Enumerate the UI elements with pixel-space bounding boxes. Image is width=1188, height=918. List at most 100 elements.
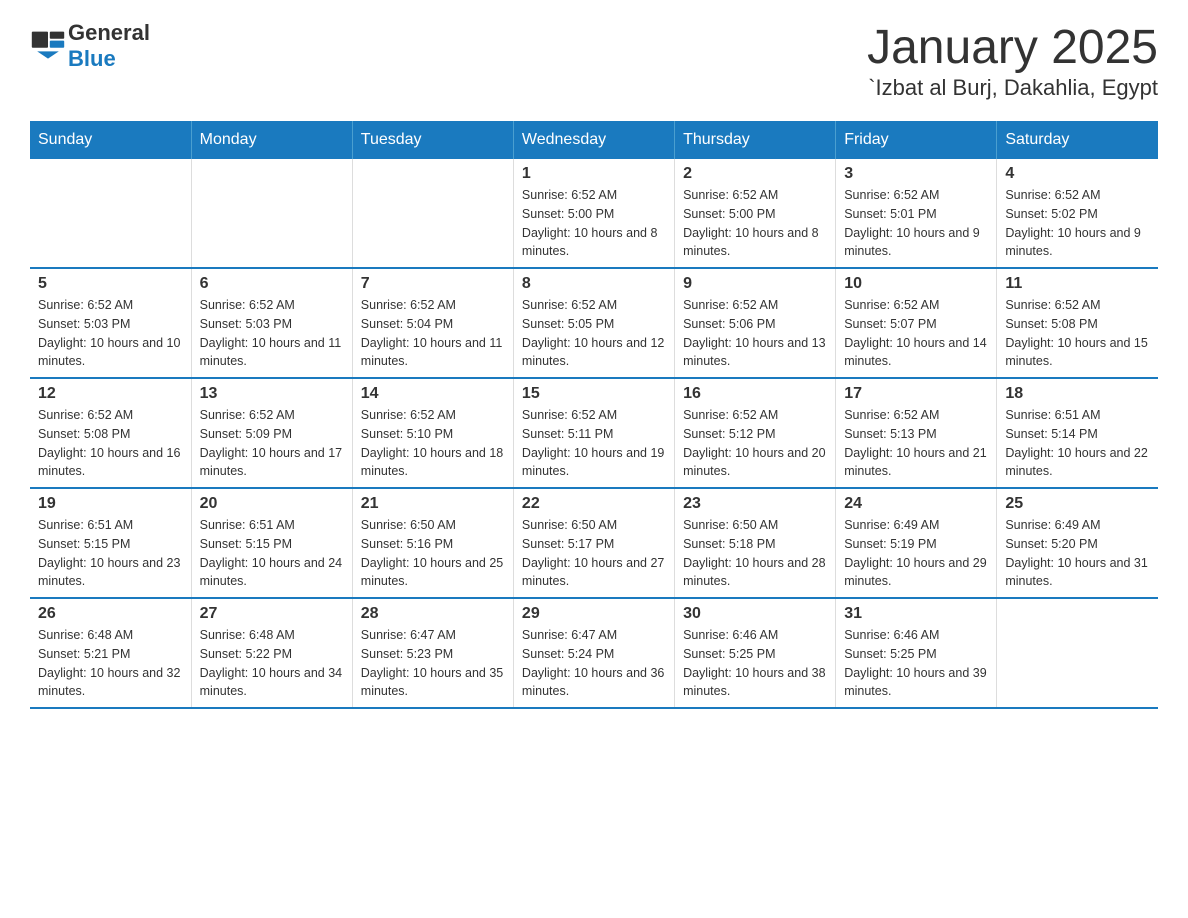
day-cell: 30 Sunrise: 6:46 AM Sunset: 5:25 PM Dayli… <box>675 598 836 708</box>
day-cell: 11 Sunrise: 6:52 AM Sunset: 5:08 PM Dayli… <box>997 268 1158 378</box>
day-info: Sunrise: 6:52 AM Sunset: 5:05 PM Dayligh… <box>522 296 666 371</box>
logo-icon <box>30 28 66 64</box>
day-number: 25 <box>1005 495 1150 513</box>
day-info: Sunrise: 6:52 AM Sunset: 5:12 PM Dayligh… <box>683 406 827 481</box>
day-info: Sunrise: 6:52 AM Sunset: 5:04 PM Dayligh… <box>361 296 505 371</box>
day-number: 6 <box>200 275 344 293</box>
day-cell: 15Sunrise: 6:52 AM Sunset: 5:11 PM Dayli… <box>513 378 674 488</box>
day-cell: 17 Sunrise: 6:52 AM Sunset: 5:13 PM Dayli… <box>836 378 997 488</box>
week-row-2: 5 Sunrise: 6:52 AM Sunset: 5:03 PM Daylig… <box>30 268 1158 378</box>
day-cell: 28 Sunrise: 6:47 AM Sunset: 5:23 PM Dayli… <box>352 598 513 708</box>
day-cell: 16 Sunrise: 6:52 AM Sunset: 5:12 PM Dayli… <box>675 378 836 488</box>
day-cell: 20Sunrise: 6:51 AM Sunset: 5:15 PM Dayli… <box>191 488 352 598</box>
page-header: General Blue January 2025 `Izbat al Burj… <box>30 20 1158 101</box>
day-cell: 25 Sunrise: 6:49 AM Sunset: 5:20 PM Dayli… <box>997 488 1158 598</box>
day-cell: 31Sunrise: 6:46 AM Sunset: 5:25 PM Dayli… <box>836 598 997 708</box>
day-cell: 22 Sunrise: 6:50 AM Sunset: 5:17 PM Dayli… <box>513 488 674 598</box>
calendar-table: SundayMondayTuesdayWednesdayThursdayFrid… <box>30 121 1158 709</box>
day-number: 27 <box>200 605 344 623</box>
day-info: Sunrise: 6:46 AM Sunset: 5:25 PM Dayligh… <box>844 626 988 701</box>
day-info: Sunrise: 6:50 AM Sunset: 5:17 PM Dayligh… <box>522 516 666 591</box>
day-number: 18 <box>1005 385 1150 403</box>
logo-blue: Blue <box>68 46 116 71</box>
day-number: 23 <box>683 495 827 513</box>
day-cell: 27 Sunrise: 6:48 AM Sunset: 5:22 PM Dayli… <box>191 598 352 708</box>
day-info: Sunrise: 6:46 AM Sunset: 5:25 PM Dayligh… <box>683 626 827 701</box>
day-number: 28 <box>361 605 505 623</box>
day-info: Sunrise: 6:52 AM Sunset: 5:06 PM Dayligh… <box>683 296 827 371</box>
day-info: Sunrise: 6:52 AM Sunset: 5:13 PM Dayligh… <box>844 406 988 481</box>
header-cell-tuesday: Tuesday <box>352 121 513 159</box>
day-cell: 12Sunrise: 6:52 AM Sunset: 5:08 PM Dayli… <box>30 378 191 488</box>
calendar-subtitle: `Izbat al Burj, Dakahlia, Egypt <box>867 75 1158 101</box>
day-cell <box>191 159 352 268</box>
day-info: Sunrise: 6:52 AM Sunset: 5:00 PM Dayligh… <box>522 186 666 261</box>
day-cell <box>997 598 1158 708</box>
day-info: Sunrise: 6:52 AM Sunset: 5:03 PM Dayligh… <box>200 296 344 371</box>
week-row-5: 26Sunrise: 6:48 AM Sunset: 5:21 PM Dayli… <box>30 598 1158 708</box>
day-info: Sunrise: 6:51 AM Sunset: 5:14 PM Dayligh… <box>1005 406 1150 481</box>
day-cell: 3 Sunrise: 6:52 AM Sunset: 5:01 PM Daylig… <box>836 159 997 268</box>
day-number: 22 <box>522 495 666 513</box>
week-row-4: 19 Sunrise: 6:51 AM Sunset: 5:15 PM Dayli… <box>30 488 1158 598</box>
day-cell <box>352 159 513 268</box>
day-number: 30 <box>683 605 827 623</box>
calendar-header: SundayMondayTuesdayWednesdayThursdayFrid… <box>30 121 1158 159</box>
day-number: 19 <box>38 495 183 513</box>
day-cell: 5Sunrise: 6:52 AM Sunset: 5:03 PM Daylig… <box>30 268 191 378</box>
day-number: 15 <box>522 385 666 403</box>
day-number: 11 <box>1005 275 1150 293</box>
day-cell: 14 Sunrise: 6:52 AM Sunset: 5:10 PM Dayli… <box>352 378 513 488</box>
day-info: Sunrise: 6:51 AM Sunset: 5:15 PM Dayligh… <box>200 516 344 591</box>
day-info: Sunrise: 6:50 AM Sunset: 5:16 PM Dayligh… <box>361 516 505 591</box>
day-info: Sunrise: 6:52 AM Sunset: 5:07 PM Dayligh… <box>844 296 988 371</box>
day-cell: 6 Sunrise: 6:52 AM Sunset: 5:03 PM Daylig… <box>191 268 352 378</box>
day-number: 8 <box>522 275 666 293</box>
day-info: Sunrise: 6:49 AM Sunset: 5:19 PM Dayligh… <box>844 516 988 591</box>
day-info: Sunrise: 6:47 AM Sunset: 5:23 PM Dayligh… <box>361 626 505 701</box>
day-number: 16 <box>683 385 827 403</box>
day-number: 21 <box>361 495 505 513</box>
calendar-body: 1Sunrise: 6:52 AM Sunset: 5:00 PM Daylig… <box>30 159 1158 708</box>
day-cell: 26Sunrise: 6:48 AM Sunset: 5:21 PM Dayli… <box>30 598 191 708</box>
day-info: Sunrise: 6:52 AM Sunset: 5:10 PM Dayligh… <box>361 406 505 481</box>
header-cell-sunday: Sunday <box>30 121 191 159</box>
calendar-title: January 2025 <box>867 20 1158 75</box>
day-number: 24 <box>844 495 988 513</box>
day-number: 17 <box>844 385 988 403</box>
day-info: Sunrise: 6:52 AM Sunset: 5:08 PM Dayligh… <box>1005 296 1150 371</box>
day-cell: 4Sunrise: 6:52 AM Sunset: 5:02 PM Daylig… <box>997 159 1158 268</box>
day-number: 3 <box>844 165 988 183</box>
day-cell: 10 Sunrise: 6:52 AM Sunset: 5:07 PM Dayli… <box>836 268 997 378</box>
day-number: 7 <box>361 275 505 293</box>
header-cell-monday: Monday <box>191 121 352 159</box>
day-cell: 24 Sunrise: 6:49 AM Sunset: 5:19 PM Dayli… <box>836 488 997 598</box>
day-number: 13 <box>200 385 344 403</box>
day-info: Sunrise: 6:52 AM Sunset: 5:08 PM Dayligh… <box>38 406 183 481</box>
day-number: 2 <box>683 165 827 183</box>
day-cell: 7 Sunrise: 6:52 AM Sunset: 5:04 PM Daylig… <box>352 268 513 378</box>
header-cell-wednesday: Wednesday <box>513 121 674 159</box>
day-info: Sunrise: 6:52 AM Sunset: 5:01 PM Dayligh… <box>844 186 988 261</box>
day-cell: 21 Sunrise: 6:50 AM Sunset: 5:16 PM Dayli… <box>352 488 513 598</box>
day-number: 5 <box>38 275 183 293</box>
day-info: Sunrise: 6:50 AM Sunset: 5:18 PM Dayligh… <box>683 516 827 591</box>
day-info: Sunrise: 6:49 AM Sunset: 5:20 PM Dayligh… <box>1005 516 1150 591</box>
day-info: Sunrise: 6:48 AM Sunset: 5:21 PM Dayligh… <box>38 626 183 701</box>
day-cell: 23 Sunrise: 6:50 AM Sunset: 5:18 PM Dayli… <box>675 488 836 598</box>
day-cell: 8 Sunrise: 6:52 AM Sunset: 5:05 PM Daylig… <box>513 268 674 378</box>
day-cell: 19 Sunrise: 6:51 AM Sunset: 5:15 PM Dayli… <box>30 488 191 598</box>
logo: General Blue <box>30 20 150 72</box>
day-info: Sunrise: 6:48 AM Sunset: 5:22 PM Dayligh… <box>200 626 344 701</box>
week-row-3: 12Sunrise: 6:52 AM Sunset: 5:08 PM Dayli… <box>30 378 1158 488</box>
day-info: Sunrise: 6:52 AM Sunset: 5:00 PM Dayligh… <box>683 186 827 261</box>
header-cell-saturday: Saturday <box>997 121 1158 159</box>
day-number: 14 <box>361 385 505 403</box>
day-info: Sunrise: 6:51 AM Sunset: 5:15 PM Dayligh… <box>38 516 183 591</box>
title-block: January 2025 `Izbat al Burj, Dakahlia, E… <box>867 20 1158 101</box>
day-cell: 1Sunrise: 6:52 AM Sunset: 5:00 PM Daylig… <box>513 159 674 268</box>
day-number: 10 <box>844 275 988 293</box>
header-cell-thursday: Thursday <box>675 121 836 159</box>
day-info: Sunrise: 6:52 AM Sunset: 5:09 PM Dayligh… <box>200 406 344 481</box>
day-number: 29 <box>522 605 666 623</box>
